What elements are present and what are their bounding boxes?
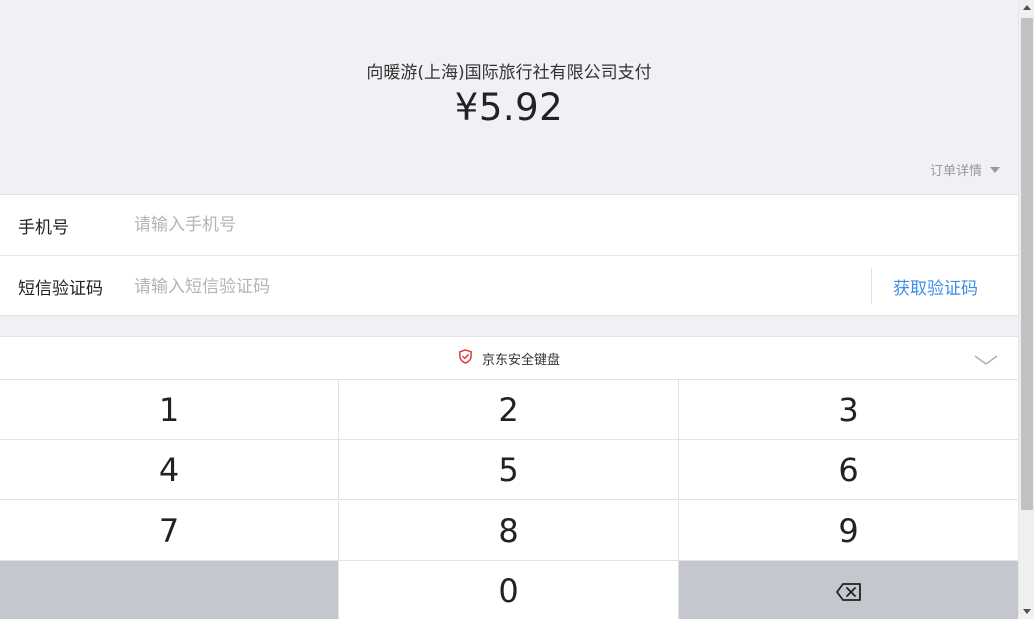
- keyboard-title: 京东安全键盘: [458, 348, 560, 368]
- backspace-icon: [835, 572, 863, 610]
- order-detail-toggle[interactable]: 订单详情: [930, 160, 1000, 179]
- divider: [871, 268, 872, 304]
- delete-key[interactable]: [679, 561, 1018, 619]
- merchant-title: 向暖游(上海)国际旅行社有限公司支付: [366, 63, 652, 83]
- scroll-up-icon[interactable]: [1023, 5, 1031, 10]
- chevron-down-icon[interactable]: [974, 351, 998, 370]
- phone-label: 手机号: [18, 217, 69, 238]
- key-7[interactable]: 7: [0, 501, 339, 561]
- scroll-down-icon[interactable]: [1023, 609, 1031, 614]
- payment-header: 向暖游(上海)国际旅行社有限公司支付 ¥5.92 订单详情: [0, 0, 1018, 194]
- key-2[interactable]: 2: [339, 380, 679, 440]
- sms-code-label: 短信验证码: [18, 279, 103, 299]
- vertical-scrollbar[interactable]: [1018, 0, 1034, 619]
- scroll-thumb[interactable]: [1021, 18, 1033, 510]
- secure-keyboard: 京东安全键盘 1 2 3 4 5 6 7 8 9 0: [0, 336, 1018, 619]
- keypad: 1 2 3 4 5 6 7 8 9 0: [0, 380, 1018, 619]
- key-9[interactable]: 9: [679, 501, 1018, 561]
- key-3[interactable]: 3: [679, 380, 1018, 440]
- key-6[interactable]: 6: [679, 440, 1018, 500]
- sms-code-row: 短信验证码 获取验证码: [0, 256, 1018, 317]
- payment-amount: ¥5.92: [454, 86, 564, 129]
- key-4[interactable]: 4: [0, 440, 339, 500]
- payment-content: 向暖游(上海)国际旅行社有限公司支付 ¥5.92 订单详情 手机号 短信验证码 …: [0, 0, 1018, 619]
- keyboard-title-label: 京东安全键盘: [481, 352, 560, 368]
- key-5[interactable]: 5: [339, 440, 679, 500]
- key-1[interactable]: 1: [0, 380, 339, 440]
- phone-input[interactable]: [132, 214, 696, 236]
- payment-page: 向暖游(上海)国际旅行社有限公司支付 ¥5.92 订单详情 手机号 短信验证码 …: [0, 0, 1034, 619]
- sms-code-input[interactable]: [132, 275, 696, 298]
- get-code-button[interactable]: 获取验证码: [893, 274, 978, 299]
- key-0[interactable]: 0: [339, 561, 679, 619]
- phone-row: 手机号: [0, 195, 1018, 256]
- keyboard-header: 京东安全键盘: [0, 337, 1018, 380]
- verification-form: 手机号 短信验证码 获取验证码: [0, 194, 1018, 316]
- key-blank: [0, 561, 339, 619]
- key-8[interactable]: 8: [339, 501, 679, 561]
- order-detail-label: 订单详情: [929, 164, 982, 179]
- caret-down-icon: [990, 166, 1000, 173]
- shield-check-icon: [458, 348, 482, 368]
